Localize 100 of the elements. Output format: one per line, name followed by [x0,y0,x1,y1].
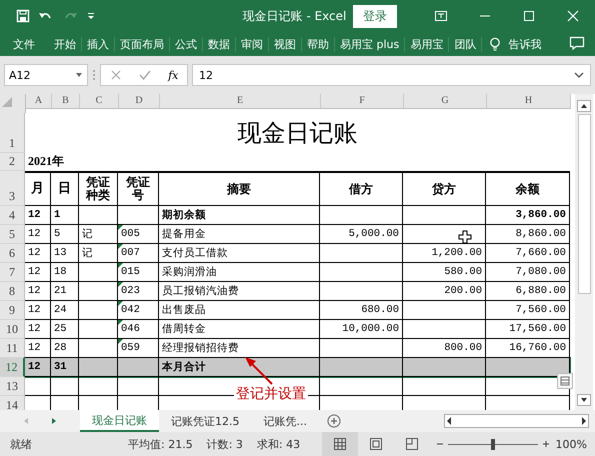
column-header[interactable]: G [404,94,487,108]
sheet-tab[interactable]: 记账凭... [252,410,319,432]
ribbon-tab[interactable]: 文件 [8,36,49,52]
table-cell [79,206,118,225]
row-header[interactable]: 9 [0,301,25,320]
zoom-thumb[interactable] [490,438,495,450]
row-header[interactable]: 8 [0,282,25,301]
ribbon-tab[interactable]: 公式 [170,36,203,52]
insert-function-button[interactable]: fx [168,68,178,82]
page-break-icon [404,437,419,451]
column-header[interactable]: E [160,94,321,108]
row-header[interactable]: 3 [0,171,25,206]
row-header[interactable]: 2 [0,153,25,171]
row-header[interactable]: 14 [0,396,25,410]
status-text: 就绪 [10,436,33,452]
column-heading: 贷方 [403,171,486,206]
comment-icon[interactable] [569,36,585,50]
row-header[interactable]: 13 [0,377,25,396]
close-icon[interactable] [566,9,580,23]
year-label: 2021年 [27,153,65,170]
expand-icon[interactable] [574,71,584,79]
maximize-icon[interactable] [522,9,536,23]
error-indicator-icon[interactable] [118,339,123,344]
column-header[interactable]: H [487,94,571,108]
ribbon-tab[interactable]: 数据 [203,36,236,52]
horizontal-scrollbar[interactable] [444,414,589,428]
login-button[interactable]: 登录 [353,4,397,28]
column-header[interactable]: B [52,94,80,108]
ribbon-tab[interactable]: 开始 [49,36,82,52]
lightbulb-icon[interactable] [488,37,502,51]
error-indicator-icon[interactable] [118,225,123,230]
ribbon-display-icon[interactable] [434,9,448,23]
table-cell: 8,860.00 [486,225,570,244]
ribbon-tab[interactable]: 易用宝 [405,36,450,52]
customize-icon[interactable] [86,10,96,22]
table-cell: 24 [51,301,79,320]
table-cell: 12 [25,225,51,244]
down-arrow-icon[interactable] [580,397,588,403]
ribbon-tab[interactable]: 审阅 [236,36,269,52]
table-cell [79,377,118,396]
table-cell: 借周转金 [159,320,320,339]
column-header[interactable]: A [26,94,52,108]
ribbon-tab[interactable]: 视图 [269,36,302,52]
column-header[interactable]: C [80,94,119,108]
left-arrow-icon[interactable] [445,415,453,427]
column-header[interactable]: F [321,94,404,108]
right-arrow-icon[interactable] [580,415,588,427]
tell-me-link[interactable]: 告诉我 [508,36,542,52]
drag-handle-icon[interactable] [92,68,96,82]
annotation-text: 登记并设置 [234,385,308,403]
error-indicator-icon[interactable] [118,244,123,249]
table-cell [25,377,51,396]
row-header[interactable]: 6 [0,244,25,263]
next-sheet-icon[interactable] [50,417,58,425]
average-readout: 平均值: 21.5 [128,436,193,452]
error-indicator-icon[interactable] [118,301,123,306]
view-button[interactable] [322,432,358,456]
table-cell: 25 [51,320,79,339]
row-header[interactable]: 11 [0,339,25,358]
save-icon[interactable] [16,9,30,23]
sheet-tab[interactable]: 记账凭证12.5 [159,410,252,432]
scroll-up-button[interactable] [577,100,591,112]
table-cell: 出售废品 [159,301,320,320]
name-box[interactable]: A12 [4,64,88,86]
error-indicator-icon[interactable] [118,282,123,287]
formula-field[interactable]: 12 [192,64,591,86]
table-cell: 12 [25,244,51,263]
zoom-in-icon[interactable] [542,440,550,448]
row-header[interactable]: 7 [0,263,25,282]
dropdown-icon[interactable] [75,71,83,79]
add-sheet-icon[interactable] [327,414,341,428]
row-header[interactable]: 1 [0,113,25,153]
table-cell: 7,660.00 [486,244,570,263]
table-cell: 12 [25,206,51,225]
column-heading: 凭证种类 [79,171,118,206]
scroll-down-button[interactable] [577,394,591,406]
row-header[interactable]: 4 [0,206,25,225]
error-indicator-icon[interactable] [118,263,123,268]
column-header[interactable]: D [119,94,160,108]
ribbon-tab[interactable]: 插入 [82,36,115,52]
up-arrow-icon[interactable] [580,103,588,109]
selection-range[interactable]: 12 31 本月合计 [25,358,570,377]
quick-analysis-icon[interactable] [557,373,573,389]
ribbon-tab[interactable]: 页面布局 [115,36,170,52]
row-header[interactable]: 5 [0,225,25,244]
sheet-tab[interactable]: 现金日记账 [80,410,159,432]
error-indicator-icon[interactable] [118,320,123,325]
row-header[interactable]: 12 [0,358,25,377]
scrollbar-thumb[interactable] [578,114,590,294]
ribbon-tab[interactable]: 帮助 [302,36,335,52]
zoom-level[interactable]: 100% [556,438,595,450]
ribbon-tab[interactable]: 团队 [449,36,482,52]
normal-view-icon [332,437,347,451]
table-cell [51,377,79,396]
table-cell: 支付员工借款 [159,244,320,263]
row-header[interactable]: 10 [0,320,25,339]
table-cell: 10,000.00 [320,320,403,339]
column-heading: 月 [25,171,51,206]
table-cell: 015 [118,263,159,282]
ribbon-tab[interactable]: 易用宝 plus [335,36,406,52]
